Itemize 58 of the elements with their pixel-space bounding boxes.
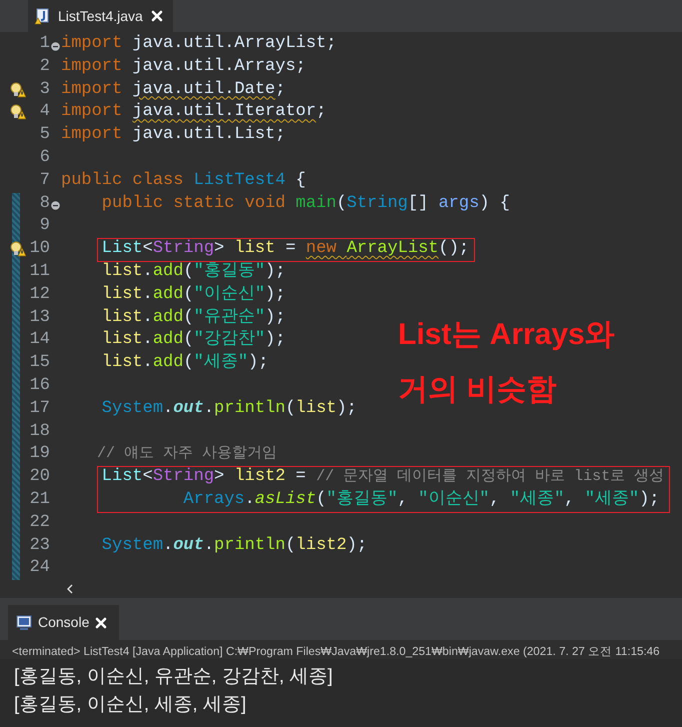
scroll-left-icon[interactable] xyxy=(66,584,74,594)
line-number: 24 xyxy=(28,557,50,580)
line-number: 9 xyxy=(38,215,50,238)
annotation-text: 거의 비슷함 xyxy=(398,372,558,408)
code-line: list.add("세종"); xyxy=(100,352,268,374)
console-icon xyxy=(16,614,32,630)
line-number: 3 xyxy=(38,78,50,101)
console-output-line: [홍길동, 이순신, 유관순, 강감찬, 세종] xyxy=(14,665,334,689)
code-line: System.out.println(list2); xyxy=(100,534,368,557)
line-number: 7 xyxy=(38,170,50,192)
line-number: 23 xyxy=(28,534,50,557)
console-output-line: [홍길동, 이순신, 세종, 세종] xyxy=(14,693,248,717)
console-status: <terminated> ListTest4 [Java Application] C:₩Program Files₩Java₩jre1.8.0_251₩bin₩javaw.exe (2021. 7. 27 오전 11:15:46 xyxy=(0,640,682,659)
line-number: 16 xyxy=(28,374,50,397)
code-line: import java.util.Arrays; xyxy=(61,56,306,78)
code-line: List<String> list2 = // 문자열 데이터를 지정하여 바로 list로 생성 xyxy=(100,466,664,488)
code-line: list.add("홍길동"); xyxy=(100,260,286,283)
code-line: public class ListTest4 { xyxy=(61,170,306,192)
line-number: 5 xyxy=(38,124,50,146)
line-number: 10 xyxy=(28,238,50,260)
code-line: public static void main(String[] args) { xyxy=(100,192,510,215)
code-line: import java.util.ArrayList; xyxy=(61,33,336,55)
code-line: List<String> list = new ArrayList(); xyxy=(100,238,470,260)
line-number: 1 xyxy=(38,33,50,55)
code-line: import java.util.Date; xyxy=(61,78,286,101)
line-number: 22 xyxy=(28,512,50,534)
tab-title: Console xyxy=(38,613,90,632)
tab-title: ListTest4.java xyxy=(58,6,143,26)
console-tab[interactable]: Console xyxy=(8,605,120,640)
line-number: 6 xyxy=(38,146,50,169)
code-line: list.add("강감찬"); xyxy=(100,329,286,352)
code-line: System.out.println(list); xyxy=(100,398,357,420)
editor-tab[interactable]: ListTest4.java xyxy=(28,0,173,32)
annotation-text: List는 Arrays와 xyxy=(398,317,615,353)
code-line: Arrays.asList("홍길동", "이순신", "세종", "세종"); xyxy=(182,488,660,511)
line-number: 15 xyxy=(28,352,50,374)
code-line: list.add("유관순"); xyxy=(100,306,286,329)
code-line: list.add("이순신"); xyxy=(100,284,286,306)
java-file-icon xyxy=(34,8,50,24)
code-line: import java.util.List; xyxy=(61,124,286,146)
collapse-icon[interactable] xyxy=(51,42,60,51)
code-line: // 얘도 자주 사용할거임 xyxy=(96,444,278,464)
line-number: 17 xyxy=(28,398,50,420)
line-number: 12 xyxy=(28,284,50,306)
close-icon[interactable] xyxy=(95,616,108,628)
line-number: 13 xyxy=(28,306,50,329)
line-number: 21 xyxy=(28,488,50,511)
line-number: 11 xyxy=(28,260,50,283)
line-number: 18 xyxy=(28,420,50,443)
collapse-icon[interactable] xyxy=(51,201,60,210)
line-number: 14 xyxy=(28,329,50,352)
line-number: 20 xyxy=(28,466,50,488)
line-number: 19 xyxy=(28,443,50,466)
code-line: import java.util.Iterator; xyxy=(61,101,326,124)
line-number: 8 xyxy=(38,192,50,215)
close-icon[interactable] xyxy=(150,10,163,22)
line-number: 2 xyxy=(38,56,50,78)
line-number: 4 xyxy=(38,101,50,124)
